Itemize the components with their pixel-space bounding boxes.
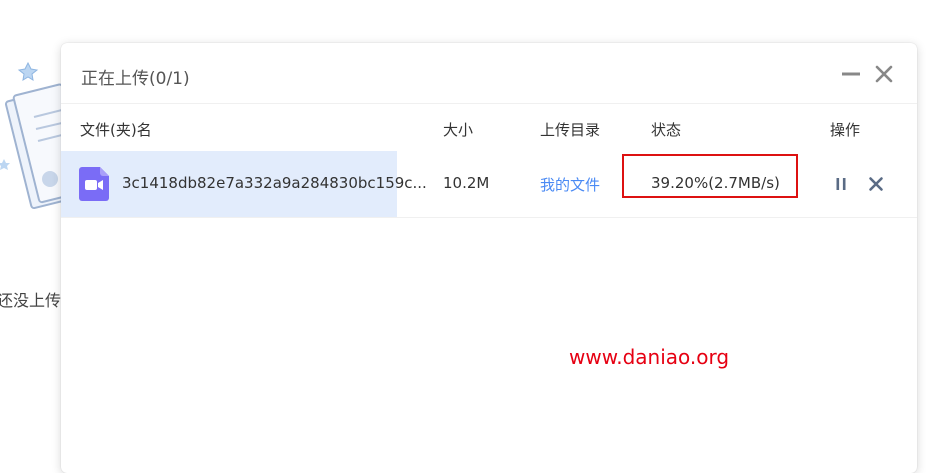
column-header-name: 文件(夹)名 xyxy=(80,121,152,139)
pause-icon[interactable] xyxy=(832,175,850,193)
file-size: 10.2M xyxy=(443,174,490,192)
empty-state-text: 还没上传 xyxy=(0,291,62,310)
upload-directory-link[interactable]: 我的文件 xyxy=(540,174,600,195)
row-divider xyxy=(61,217,917,218)
video-file-icon xyxy=(79,167,109,201)
panel-title: 正在上传(0/1) xyxy=(81,69,190,89)
title-divider xyxy=(61,103,917,104)
minimize-icon[interactable] xyxy=(840,63,862,85)
column-header-action: 操作 xyxy=(830,121,861,139)
cancel-upload-icon[interactable] xyxy=(867,175,885,193)
file-name: 3c1418db82e7a332a9a284830bc159c... xyxy=(122,174,427,192)
upload-row[interactable]: 3c1418db82e7a332a9a284830bc159c... 10.2M… xyxy=(61,151,917,218)
upload-status: 39.20%(2.7MB/s) xyxy=(651,174,780,192)
column-header-directory: 上传目录 xyxy=(540,121,601,139)
column-header-status: 状态 xyxy=(651,121,682,139)
close-icon[interactable] xyxy=(873,63,895,85)
empty-state-illustration xyxy=(0,61,62,210)
watermark: www.daniao.org xyxy=(569,345,730,369)
upload-panel: 正在上传(0/1) 文件(夹)名 大小 上传目录 状态 操作 3c1418db8… xyxy=(61,43,917,473)
column-header-size: 大小 xyxy=(443,121,474,139)
